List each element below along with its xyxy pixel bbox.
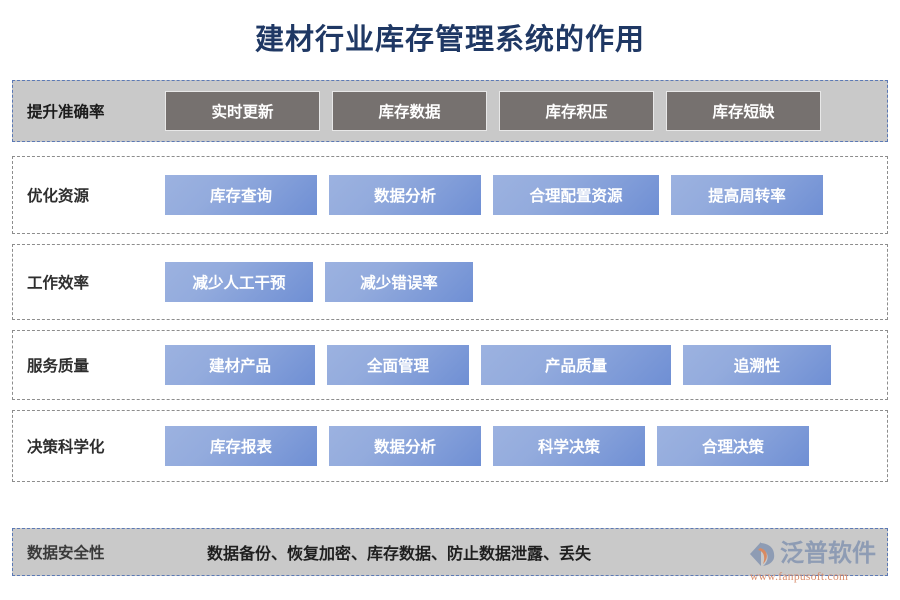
tile-realtime-update[interactable]: 实时更新 — [165, 91, 320, 131]
tile-inventory-data[interactable]: 库存数据 — [332, 91, 487, 131]
tile-building-materials-product[interactable]: 建材产品 — [165, 345, 315, 385]
row-tiles-accuracy: 实时更新 库存数据 库存积压 库存短缺 — [165, 91, 887, 131]
diagram-row-scientific-decision: 决策科学化 库存报表 数据分析 科学决策 合理决策 — [12, 410, 888, 482]
page-title: 建材行业库存管理系统的作用 — [254, 23, 645, 56]
row-label-accuracy: 提升准确率 — [27, 104, 105, 121]
row-label-data-security: 数据安全性 — [27, 545, 105, 562]
diagram-row-accuracy: 提升准确率 实时更新 库存数据 库存积压 库存短缺 — [12, 80, 888, 142]
diagram-row-work-efficiency: 工作效率 减少人工干预 减少错误率 — [12, 244, 888, 320]
tile-reduce-manual-intervention[interactable]: 减少人工干预 — [165, 262, 313, 302]
tile-rational-decision[interactable]: 合理决策 — [657, 426, 809, 466]
diagram-row-service-quality: 服务质量 建材产品 全面管理 产品质量 追溯性 — [12, 330, 888, 400]
row-tiles-service-quality: 建材产品 全面管理 产品质量 追溯性 — [165, 345, 887, 385]
row-tiles-optimize-resources: 库存查询 数据分析 合理配置资源 提高周转率 — [165, 175, 887, 215]
tile-reduce-error-rate[interactable]: 减少错误率 — [325, 262, 473, 302]
row-tiles-work-efficiency: 减少人工干预 减少错误率 — [165, 262, 887, 302]
tile-inventory-backlog[interactable]: 库存积压 — [499, 91, 654, 131]
tile-data-analysis-decision[interactable]: 数据分析 — [329, 426, 481, 466]
row-label-work-efficiency: 工作效率 — [27, 275, 90, 292]
tile-improve-turnover-rate[interactable]: 提高周转率 — [671, 175, 823, 215]
row-text-data-security: 数据备份、恢复加密、库存数据、防止数据泄露、丢失 — [207, 546, 592, 563]
tile-data-analysis[interactable]: 数据分析 — [329, 175, 481, 215]
diagram-row-data-security: 数据安全性 数据备份、恢复加密、库存数据、防止数据泄露、丢失 — [12, 528, 888, 576]
row-tiles-scientific-decision: 库存报表 数据分析 科学决策 合理决策 — [165, 426, 887, 466]
tile-inventory-report[interactable]: 库存报表 — [165, 426, 317, 466]
tile-inventory-shortage[interactable]: 库存短缺 — [666, 91, 821, 131]
row-label-scientific-decision: 决策科学化 — [27, 439, 105, 456]
tile-comprehensive-management[interactable]: 全面管理 — [327, 345, 469, 385]
row-label-service-quality: 服务质量 — [27, 358, 90, 375]
page-header: 建材行业库存管理系统的作用 — [0, 0, 900, 80]
tile-traceability[interactable]: 追溯性 — [683, 345, 831, 385]
tile-rational-resource-allocation[interactable]: 合理配置资源 — [493, 175, 659, 215]
tile-product-quality[interactable]: 产品质量 — [481, 345, 671, 385]
tile-scientific-decision[interactable]: 科学决策 — [493, 426, 645, 466]
tile-inventory-query[interactable]: 库存查询 — [165, 175, 317, 215]
row-label-optimize-resources: 优化资源 — [27, 188, 90, 205]
diagram-row-optimize-resources: 优化资源 库存查询 数据分析 合理配置资源 提高周转率 — [12, 156, 888, 234]
